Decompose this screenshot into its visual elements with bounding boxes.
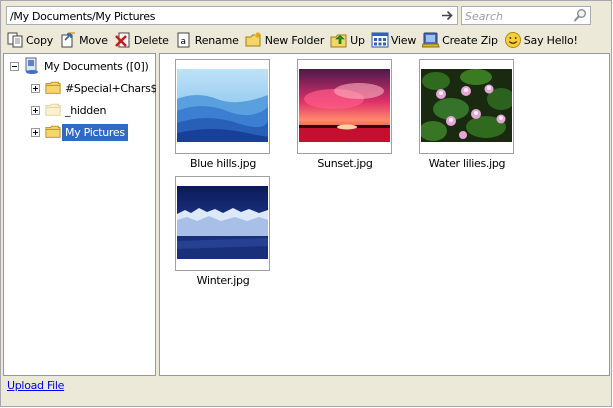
say-hello-label: Say Hello! <box>523 33 578 47</box>
move-icon <box>61 32 76 48</box>
copy-icon <box>7 32 23 48</box>
search-placeholder: Search <box>465 10 504 23</box>
tree-item-label: _hidden <box>65 103 107 117</box>
search-input[interactable]: Search <box>461 6 591 25</box>
winter-thumbnail <box>177 186 268 259</box>
thumbnail-frame <box>175 176 270 271</box>
expand-toggle[interactable] <box>31 105 40 115</box>
file-item[interactable]: Sunset.jpg <box>297 59 393 170</box>
thumbnail-frame <box>175 59 270 154</box>
copy-button[interactable]: Copy <box>6 30 53 50</box>
file-item[interactable]: Water lilies.jpg <box>419 59 515 170</box>
delete-button[interactable]: Delete <box>114 30 169 50</box>
tree-root[interactable]: My Documents ([0]) <box>10 57 151 75</box>
move-label: Move <box>79 33 108 47</box>
thumbnail-frame <box>419 59 514 154</box>
up-button[interactable]: Up <box>330 30 365 50</box>
create-zip-label: Create Zip <box>442 33 498 47</box>
blue-hills-thumbnail <box>177 69 268 142</box>
view-button[interactable]: View <box>371 30 416 50</box>
my-documents-icon <box>25 57 38 74</box>
new-folder-button[interactable]: New Folder <box>245 30 324 50</box>
copy-label: Copy <box>26 33 54 47</box>
zip-icon <box>422 32 440 48</box>
up-label: Up <box>350 33 365 47</box>
path-text: /My Documents/My Pictures <box>10 10 156 23</box>
tree-item-special-chars[interactable]: #Special+Chars$ <box>31 79 160 97</box>
tree-root-label: My Documents ([0]) <box>44 59 149 73</box>
file-name: Blue hills.jpg <box>189 157 257 170</box>
move-button[interactable]: Move <box>59 30 108 50</box>
rename-icon: a <box>177 32 190 48</box>
folder-tree: My Documents ([0]) #Special+Chars$ _hidd… <box>3 53 158 376</box>
up-folder-icon <box>330 34 347 48</box>
svg-text:a: a <box>180 37 185 47</box>
file-name: Water lilies.jpg <box>428 157 506 170</box>
new-folder-label: New Folder <box>264 33 325 47</box>
file-item[interactable]: Winter.jpg <box>175 176 271 287</box>
rename-label: Rename <box>194 33 239 47</box>
path-field[interactable]: /My Documents/My Pictures <box>6 6 458 25</box>
water-lilies-thumbnail <box>421 69 512 142</box>
upload-file-link[interactable]: Upload File <box>7 379 64 392</box>
tree-item-hidden[interactable]: _hidden <box>31 101 109 119</box>
expand-toggle[interactable] <box>31 127 40 137</box>
hidden-folder-icon <box>45 103 61 116</box>
search-icon[interactable] <box>573 8 587 23</box>
new-folder-icon <box>245 32 261 47</box>
thumbnail-frame <box>297 59 392 154</box>
collapse-toggle[interactable] <box>10 61 19 71</box>
delete-icon <box>114 32 130 48</box>
create-zip-button[interactable]: Create Zip <box>422 30 498 50</box>
folder-icon <box>45 81 61 94</box>
file-name: Winter.jpg <box>196 274 250 287</box>
view-icon <box>371 32 389 48</box>
file-list: Blue hills.jpg Sunset.jpg Water lilies.j… <box>159 53 610 376</box>
delete-label: Delete <box>133 33 169 47</box>
file-manager-window: /My Documents/My Pictures Search Copy Mo… <box>0 0 612 407</box>
expand-toggle[interactable] <box>31 83 40 93</box>
rename-button[interactable]: a Rename <box>175 30 239 50</box>
tree-item-my-pictures[interactable]: My Pictures <box>31 123 128 141</box>
tree-item-label: My Pictures <box>62 123 128 141</box>
view-label: View <box>390 33 417 47</box>
folder-icon <box>45 125 61 138</box>
file-name: Sunset.jpg <box>317 157 373 170</box>
say-hello-button[interactable]: Say Hello! <box>504 30 578 50</box>
sunset-thumbnail <box>299 69 390 142</box>
tree-item-label: #Special+Chars$ <box>65 81 158 95</box>
toolbar: Copy Move Delete a Rename New Folder Up … <box>6 30 606 50</box>
smiley-icon <box>504 32 521 48</box>
go-arrow-icon[interactable] <box>441 9 454 22</box>
file-item[interactable]: Blue hills.jpg <box>175 59 271 170</box>
